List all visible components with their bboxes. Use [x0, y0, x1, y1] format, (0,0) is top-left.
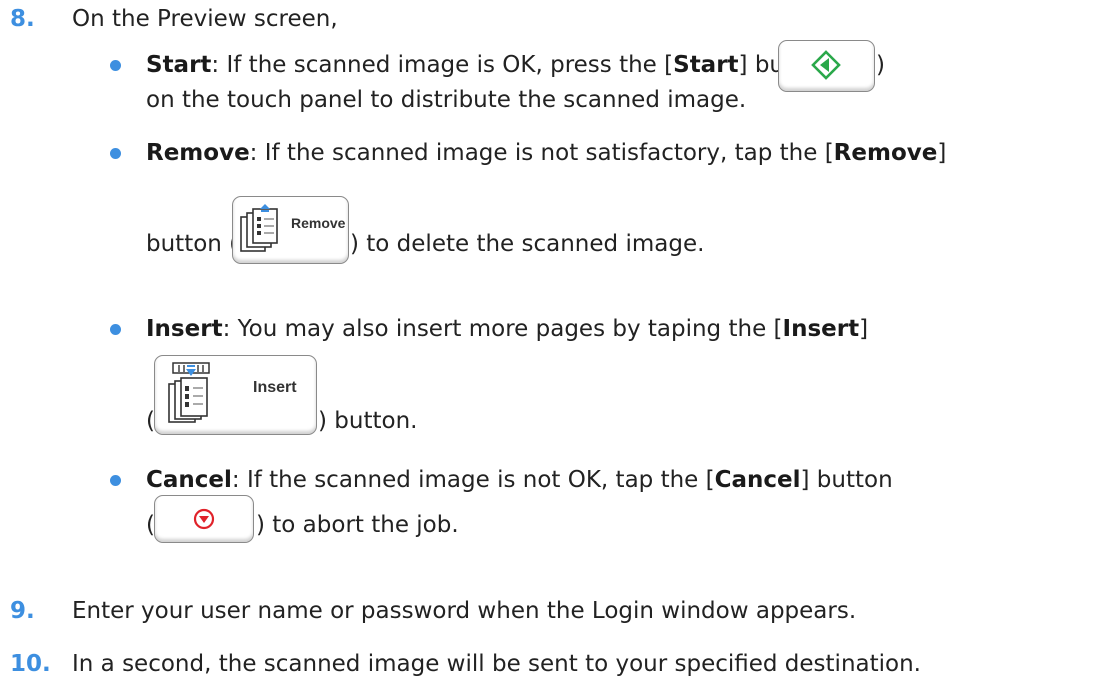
cancel-button[interactable] [154, 495, 254, 543]
cancel-bullet-line1: Cancel: If the scanned image is not OK, … [146, 467, 893, 494]
cancel-desc-a: : If the scanned image is not OK, tap th… [231, 467, 715, 493]
insert-term-inline: Insert [782, 316, 860, 342]
step-number: 9. [10, 598, 35, 624]
start-term-inline: Start [673, 52, 739, 78]
remove-button[interactable]: Remove [232, 196, 349, 264]
insert-bullet-line2b: ) button. [318, 408, 418, 434]
bullet-dot [110, 324, 121, 335]
insert-button[interactable]: Insert [154, 355, 317, 435]
start-close-paren: ) [876, 52, 885, 78]
start-diamond-icon [811, 50, 841, 80]
remove-bullet-line2a: button ( [146, 231, 239, 257]
step-number: 10. [10, 651, 51, 677]
step-text: In a second, the scanned image will be s… [72, 651, 921, 677]
insert-term: Insert [146, 316, 223, 342]
bullet-dot [110, 148, 121, 159]
start-desc-a: : If the scanned image is OK, press the … [211, 52, 674, 78]
remove-desc-c: ] [937, 140, 947, 166]
start-bullet-line1: Start: If the scanned image is OK, press… [146, 52, 847, 79]
remove-button-label: Remove [291, 215, 346, 231]
cancel-term: Cancel [146, 467, 232, 493]
step-text: Enter your user name or password when th… [72, 598, 857, 624]
remove-term: Remove [146, 140, 250, 166]
insert-desc-c: ] [859, 316, 869, 342]
step-number: 8. [10, 6, 35, 32]
bullet-dot [110, 60, 121, 71]
insert-pages-icon [168, 362, 210, 423]
remove-bullet-line2b: ) to delete the scanned image. [350, 231, 705, 257]
stop-circle-icon [193, 508, 215, 530]
cancel-term-inline: Cancel [714, 467, 801, 493]
remove-pages-icon [240, 204, 278, 252]
start-bullet-line2: on the touch panel to distribute the sca… [146, 87, 747, 113]
insert-desc-a: : You may also insert more pages by tapi… [222, 316, 783, 342]
remove-bullet-line1: Remove: If the scanned image is not sati… [146, 140, 946, 167]
cancel-desc-c: ] button [800, 467, 893, 493]
remove-term-inline: Remove [833, 140, 938, 166]
remove-desc-a: : If the scanned image is not satisfacto… [249, 140, 834, 166]
start-term: Start [146, 52, 212, 78]
start-button[interactable] [778, 40, 875, 92]
insert-bullet-line1: Insert: You may also insert more pages b… [146, 316, 868, 343]
step-text: On the Preview screen, [72, 6, 338, 32]
bullet-dot [110, 475, 121, 486]
cancel-bullet-line2b: ) to abort the job. [256, 512, 459, 538]
insert-button-label: Insert [253, 379, 297, 396]
